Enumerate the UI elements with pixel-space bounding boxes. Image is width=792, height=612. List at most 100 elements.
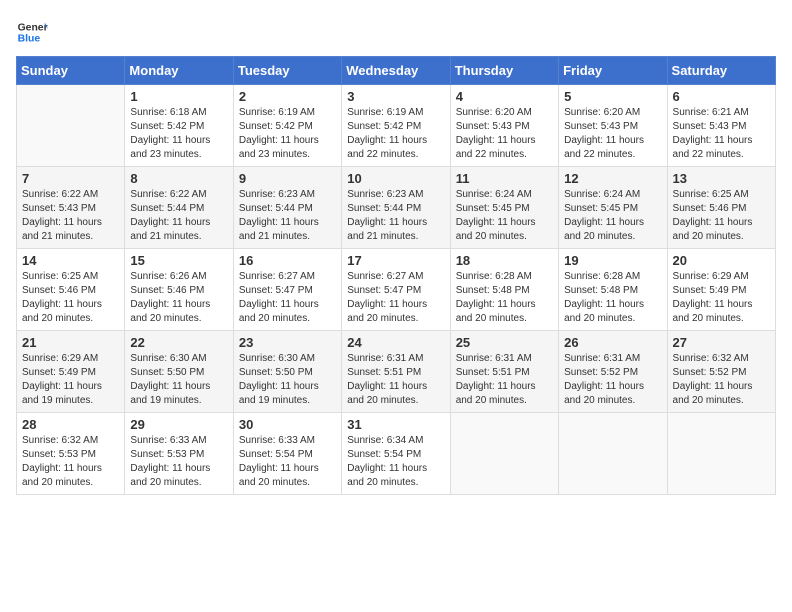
- calendar-cell: 10 Sunrise: 6:23 AM Sunset: 5:44 PM Dayli…: [342, 167, 450, 249]
- calendar-week-row: 21Sunrise: 6:29 AM Sunset: 5:49 PM Dayli…: [17, 331, 776, 413]
- calendar-cell: 22 Sunrise: 6:30 AM Sunset: 5:50 PM Dayli…: [125, 331, 233, 413]
- cell-details: Sunrise: 6:22 AM Sunset: 5:43 PM Dayligh…: [22, 188, 119, 244]
- weekday-header-friday: Friday: [559, 57, 667, 85]
- calendar-cell: 25 Sunrise: 6:31 AM Sunset: 5:51 PM Dayli…: [450, 331, 558, 413]
- day-number: 13: [673, 171, 770, 186]
- cell-details: Sunrise: 6:28 AM Sunset: 5:48 PM Dayligh…: [456, 270, 553, 326]
- calendar-cell: 5 Sunrise: 6:20 AM Sunset: 5:43 PM Daylig…: [559, 85, 667, 167]
- calendar-cell: 16 Sunrise: 6:27 AM Sunset: 5:47 PM Dayli…: [233, 249, 341, 331]
- cell-details: Sunrise: 6:21 AM Sunset: 5:43 PM Dayligh…: [673, 106, 770, 162]
- calendar-cell: 21Sunrise: 6:29 AM Sunset: 5:49 PM Dayli…: [17, 331, 125, 413]
- cell-details: Sunrise: 6:32 AM Sunset: 5:52 PM Dayligh…: [673, 352, 770, 408]
- day-number: 15: [130, 253, 227, 268]
- day-number: 21: [22, 335, 119, 350]
- calendar-cell: 3Sunrise: 6:19 AM Sunset: 5:42 PM Daylig…: [342, 85, 450, 167]
- day-number: 14: [22, 253, 119, 268]
- calendar-cell: 24Sunrise: 6:31 AM Sunset: 5:51 PM Dayli…: [342, 331, 450, 413]
- svg-text:General: General: [18, 22, 48, 33]
- cell-details: Sunrise: 6:20 AM Sunset: 5:43 PM Dayligh…: [564, 106, 661, 162]
- calendar-cell: 15 Sunrise: 6:26 AM Sunset: 5:46 PM Dayli…: [125, 249, 233, 331]
- calendar-cell: 12Sunrise: 6:24 AM Sunset: 5:45 PM Dayli…: [559, 167, 667, 249]
- cell-details: Sunrise: 6:27 AM Sunset: 5:47 PM Dayligh…: [239, 270, 336, 326]
- weekday-header-sunday: Sunday: [17, 57, 125, 85]
- weekday-header-row: SundayMondayTuesdayWednesdayThursdayFrid…: [17, 57, 776, 85]
- calendar-cell: 9Sunrise: 6:23 AM Sunset: 5:44 PM Daylig…: [233, 167, 341, 249]
- cell-details: Sunrise: 6:22 AM Sunset: 5:44 PM Dayligh…: [130, 188, 227, 244]
- day-number: 27: [673, 335, 770, 350]
- cell-details: Sunrise: 6:18 AM Sunset: 5:42 PM Dayligh…: [130, 106, 227, 162]
- day-number: 28: [22, 417, 119, 432]
- calendar-cell: 1Sunrise: 6:18 AM Sunset: 5:42 PM Daylig…: [125, 85, 233, 167]
- day-number: 6: [673, 89, 770, 104]
- cell-details: Sunrise: 6:19 AM Sunset: 5:42 PM Dayligh…: [239, 106, 336, 162]
- day-number: 16: [239, 253, 336, 268]
- cell-details: Sunrise: 6:20 AM Sunset: 5:43 PM Dayligh…: [456, 106, 553, 162]
- day-number: 2: [239, 89, 336, 104]
- calendar-cell: [450, 413, 558, 495]
- cell-details: Sunrise: 6:26 AM Sunset: 5:46 PM Dayligh…: [130, 270, 227, 326]
- calendar-week-row: 14 Sunrise: 6:25 AM Sunset: 5:46 PM Dayli…: [17, 249, 776, 331]
- calendar-cell: 11Sunrise: 6:24 AM Sunset: 5:45 PM Dayli…: [450, 167, 558, 249]
- calendar-cell: 26 Sunrise: 6:31 AM Sunset: 5:52 PM Dayli…: [559, 331, 667, 413]
- day-number: 5: [564, 89, 661, 104]
- logo-icon: General Blue: [16, 16, 48, 48]
- calendar-table: SundayMondayTuesdayWednesdayThursdayFrid…: [16, 56, 776, 495]
- day-number: 25: [456, 335, 553, 350]
- cell-details: Sunrise: 6:25 AM Sunset: 5:46 PM Dayligh…: [22, 270, 119, 326]
- cell-details: Sunrise: 6:33 AM Sunset: 5:54 PM Dayligh…: [239, 434, 336, 490]
- cell-details: Sunrise: 6:29 AM Sunset: 5:49 PM Dayligh…: [673, 270, 770, 326]
- calendar-cell: 29Sunrise: 6:33 AM Sunset: 5:53 PM Dayli…: [125, 413, 233, 495]
- calendar-cell: 7Sunrise: 6:22 AM Sunset: 5:43 PM Daylig…: [17, 167, 125, 249]
- calendar-cell: 6 Sunrise: 6:21 AM Sunset: 5:43 PM Daylig…: [667, 85, 775, 167]
- calendar-cell: [667, 413, 775, 495]
- page-header: General Blue: [16, 16, 776, 48]
- calendar-cell: [17, 85, 125, 167]
- cell-details: Sunrise: 6:31 AM Sunset: 5:51 PM Dayligh…: [456, 352, 553, 408]
- weekday-header-tuesday: Tuesday: [233, 57, 341, 85]
- day-number: 20: [673, 253, 770, 268]
- calendar-cell: 4 Sunrise: 6:20 AM Sunset: 5:43 PM Daylig…: [450, 85, 558, 167]
- day-number: 19: [564, 253, 661, 268]
- calendar-cell: 18 Sunrise: 6:28 AM Sunset: 5:48 PM Dayli…: [450, 249, 558, 331]
- cell-details: Sunrise: 6:27 AM Sunset: 5:47 PM Dayligh…: [347, 270, 444, 326]
- cell-details: Sunrise: 6:31 AM Sunset: 5:52 PM Dayligh…: [564, 352, 661, 408]
- day-number: 4: [456, 89, 553, 104]
- calendar-cell: 17 Sunrise: 6:27 AM Sunset: 5:47 PM Dayli…: [342, 249, 450, 331]
- calendar-cell: 19 Sunrise: 6:28 AM Sunset: 5:48 PM Dayli…: [559, 249, 667, 331]
- weekday-header-monday: Monday: [125, 57, 233, 85]
- calendar-cell: 13 Sunrise: 6:25 AM Sunset: 5:46 PM Dayli…: [667, 167, 775, 249]
- calendar-cell: 27 Sunrise: 6:32 AM Sunset: 5:52 PM Dayli…: [667, 331, 775, 413]
- calendar-cell: [559, 413, 667, 495]
- day-number: 30: [239, 417, 336, 432]
- calendar-week-row: 7Sunrise: 6:22 AM Sunset: 5:43 PM Daylig…: [17, 167, 776, 249]
- cell-details: Sunrise: 6:23 AM Sunset: 5:44 PM Dayligh…: [347, 188, 444, 244]
- calendar-week-row: 28 Sunrise: 6:32 AM Sunset: 5:53 PM Dayli…: [17, 413, 776, 495]
- day-number: 29: [130, 417, 227, 432]
- calendar-cell: 8 Sunrise: 6:22 AM Sunset: 5:44 PM Daylig…: [125, 167, 233, 249]
- day-number: 3: [347, 89, 444, 104]
- calendar-cell: 14 Sunrise: 6:25 AM Sunset: 5:46 PM Dayli…: [17, 249, 125, 331]
- calendar-cell: 2 Sunrise: 6:19 AM Sunset: 5:42 PM Daylig…: [233, 85, 341, 167]
- day-number: 22: [130, 335, 227, 350]
- cell-details: Sunrise: 6:34 AM Sunset: 5:54 PM Dayligh…: [347, 434, 444, 490]
- cell-details: Sunrise: 6:28 AM Sunset: 5:48 PM Dayligh…: [564, 270, 661, 326]
- cell-details: Sunrise: 6:24 AM Sunset: 5:45 PM Dayligh…: [564, 188, 661, 244]
- calendar-week-row: 1Sunrise: 6:18 AM Sunset: 5:42 PM Daylig…: [17, 85, 776, 167]
- svg-text:Blue: Blue: [18, 34, 41, 45]
- calendar-cell: 30 Sunrise: 6:33 AM Sunset: 5:54 PM Dayli…: [233, 413, 341, 495]
- calendar-cell: 23Sunrise: 6:30 AM Sunset: 5:50 PM Dayli…: [233, 331, 341, 413]
- calendar-cell: 28 Sunrise: 6:32 AM Sunset: 5:53 PM Dayli…: [17, 413, 125, 495]
- day-number: 8: [130, 171, 227, 186]
- weekday-header-saturday: Saturday: [667, 57, 775, 85]
- cell-details: Sunrise: 6:31 AM Sunset: 5:51 PM Dayligh…: [347, 352, 444, 408]
- day-number: 10: [347, 171, 444, 186]
- day-number: 18: [456, 253, 553, 268]
- day-number: 11: [456, 171, 553, 186]
- calendar-cell: 31Sunrise: 6:34 AM Sunset: 5:54 PM Dayli…: [342, 413, 450, 495]
- cell-details: Sunrise: 6:25 AM Sunset: 5:46 PM Dayligh…: [673, 188, 770, 244]
- day-number: 17: [347, 253, 444, 268]
- cell-details: Sunrise: 6:32 AM Sunset: 5:53 PM Dayligh…: [22, 434, 119, 490]
- day-number: 26: [564, 335, 661, 350]
- weekday-header-thursday: Thursday: [450, 57, 558, 85]
- cell-details: Sunrise: 6:30 AM Sunset: 5:50 PM Dayligh…: [130, 352, 227, 408]
